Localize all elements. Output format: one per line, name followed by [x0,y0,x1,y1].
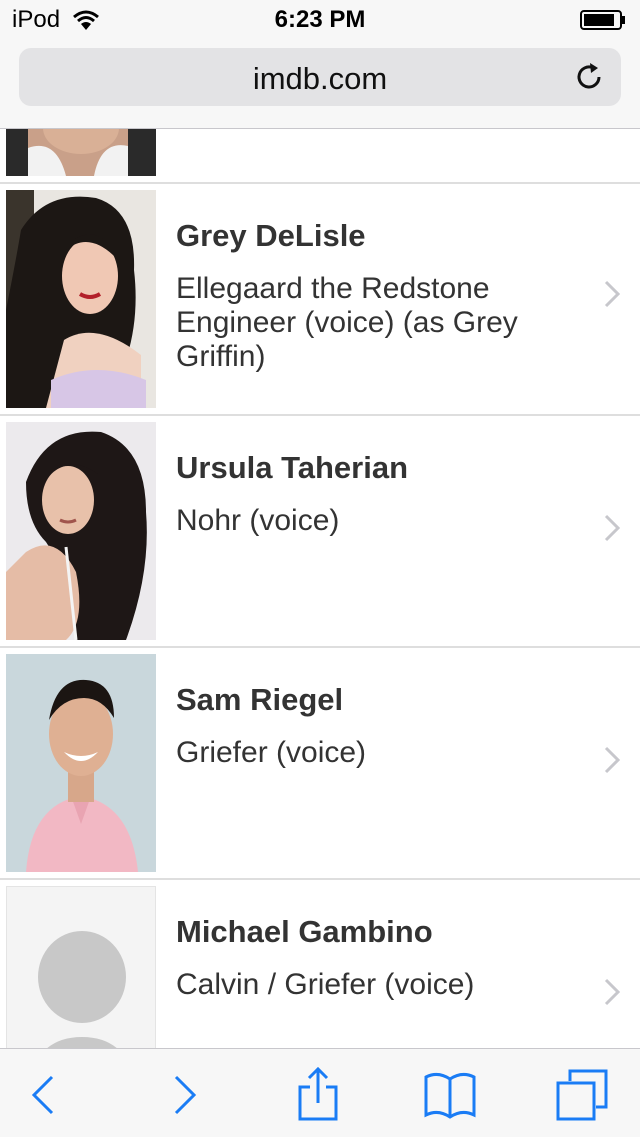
status-bar: iPod 6:23 PM [0,0,640,40]
back-icon[interactable] [16,1067,72,1123]
url-text: imdb.com [252,61,388,96]
tabs-icon[interactable] [554,1067,610,1123]
forward-icon[interactable] [156,1067,212,1123]
chevron-right-icon [604,746,620,774]
avatar [6,654,156,872]
list-item[interactable] [0,128,640,184]
url-field[interactable]: imdb.com [19,48,621,106]
share-icon[interactable] [290,1067,346,1123]
cast-name[interactable]: Sam Riegel [176,682,596,718]
cast-role: Calvin / Griefer (voice) [176,968,475,1001]
list-item[interactable]: Grey DeLisle Ellegaard the Redstone Engi… [0,184,640,416]
cast-name[interactable]: Ursula Taherian [176,450,596,486]
avatar [6,128,156,176]
reload-icon[interactable] [575,62,605,92]
cast-role: Ellegaard the Redstone Engineer (voice) … [176,272,518,373]
chevron-right-icon [604,978,620,1006]
battery-icon [580,10,625,30]
cast-role: Griefer (voice) [176,736,367,769]
cast-role: Nohr (voice) [176,504,340,537]
clock: 6:23 PM [274,6,366,33]
avatar-placeholder [6,886,156,1048]
browser-toolbar [0,1048,640,1137]
list-item[interactable]: Sam Riegel Griefer (voice) [0,648,640,880]
chevron-right-icon [604,280,620,308]
avatar [6,422,156,640]
address-bar: imdb.com [0,40,640,129]
cast-name[interactable]: Michael Gambino [176,914,596,950]
list-item[interactable]: Michael Gambino Calvin / Griefer (voice) [0,880,640,1048]
chevron-right-icon [604,514,620,542]
cast-name[interactable]: Grey DeLisle [176,218,596,254]
avatar [6,190,156,408]
bookmarks-icon[interactable] [422,1067,478,1123]
list-item[interactable]: Ursula Taherian Nohr (voice) [0,416,640,648]
cast-list: Grey DeLisle Ellegaard the Redstone Engi… [0,128,640,1048]
